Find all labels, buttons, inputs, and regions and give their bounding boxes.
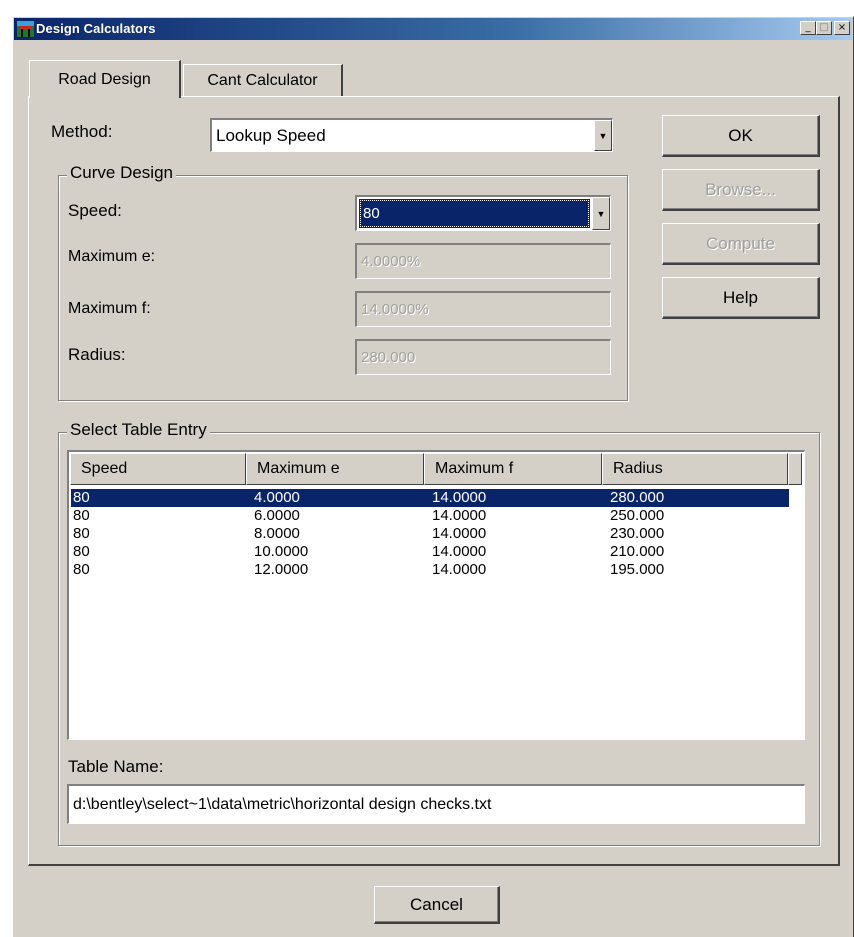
- cell-radius: 195.000: [610, 561, 665, 578]
- max-e-value: 4.0000%: [361, 253, 421, 270]
- cell-radius: 230.000: [610, 525, 665, 542]
- method-select[interactable]: Lookup Speed ▼: [210, 118, 613, 152]
- tab-cant-calculator[interactable]: Cant Calculator: [183, 64, 343, 96]
- cell-speed: 80: [73, 543, 90, 560]
- column-header-speed[interactable]: Speed: [70, 453, 246, 485]
- close-icon: ×: [837, 22, 847, 33]
- column-header-radius[interactable]: Radius: [602, 453, 788, 485]
- window-title: Design Calculators: [36, 21, 156, 36]
- maximize-button[interactable]: □: [816, 21, 832, 35]
- minimize-button[interactable]: _: [800, 21, 816, 35]
- cell-speed: 80: [73, 489, 90, 506]
- max-e-field[interactable]: 4.0000%: [355, 243, 611, 279]
- method-label: Method:: [51, 122, 113, 141]
- speed-value: 80: [363, 205, 380, 222]
- cell-max-f: 14.0000: [432, 507, 487, 524]
- cell-max-e: 8.0000: [254, 525, 300, 542]
- table-row[interactable]: 80 10.0000 14.0000 210.000: [71, 543, 789, 561]
- column-header-max-f-label: Maximum f: [435, 460, 514, 477]
- cell-speed: 80: [73, 561, 90, 578]
- table-name-field[interactable]: d:\bentley\select~1\data\metric\horizont…: [67, 784, 805, 824]
- cell-radius: 250.000: [610, 507, 665, 524]
- tab-cant-calculator-label: Cant Calculator: [207, 71, 318, 89]
- cancel-button[interactable]: Cancel: [374, 886, 500, 924]
- speed-label: Speed:: [68, 201, 122, 220]
- ok-label: OK: [728, 125, 753, 145]
- tab-road-design[interactable]: Road Design: [29, 60, 181, 98]
- app-icon: [17, 21, 34, 37]
- compute-label: Compute: [706, 233, 775, 253]
- maximize-icon: □: [819, 22, 829, 33]
- max-f-field[interactable]: 14.0000%: [355, 291, 611, 327]
- table-name-label: Table Name:: [68, 757, 164, 776]
- cell-max-e: 4.0000: [254, 489, 300, 506]
- table-row[interactable]: 80 6.0000 14.0000 250.000: [71, 507, 789, 525]
- radius-label: Radius:: [68, 345, 126, 364]
- table-entry-title: Select Table Entry: [67, 420, 210, 440]
- table-row[interactable]: 80 12.0000 14.0000 195.000: [71, 561, 789, 579]
- browse-label: Browse...: [705, 179, 776, 199]
- close-button[interactable]: ×: [834, 21, 850, 35]
- compute-button[interactable]: Compute: [662, 223, 820, 265]
- speed-select[interactable]: 80 ▼: [355, 195, 611, 231]
- browse-button[interactable]: Browse...: [662, 169, 820, 211]
- table-row[interactable]: 80 4.0000 14.0000 280.000: [71, 489, 789, 507]
- cell-max-f: 14.0000: [432, 489, 487, 506]
- radius-field[interactable]: 280.000: [355, 339, 611, 375]
- method-value: Lookup Speed: [216, 125, 326, 145]
- table-row[interactable]: 80 8.0000 14.0000 230.000: [71, 525, 789, 543]
- cell-max-f: 14.0000: [432, 561, 487, 578]
- cell-radius: 210.000: [610, 543, 665, 560]
- cell-radius: 280.000: [610, 489, 665, 506]
- column-header-speed-label: Speed: [81, 460, 128, 477]
- help-button[interactable]: Help: [662, 277, 820, 319]
- column-header-radius-label: Radius: [613, 460, 663, 477]
- table-name-value: d:\bentley\select~1\data\metric\horizont…: [73, 795, 492, 813]
- cell-max-f: 14.0000: [432, 543, 487, 560]
- cell-max-f: 14.0000: [432, 525, 487, 542]
- cell-max-e: 12.0000: [254, 561, 309, 578]
- cell-speed: 80: [73, 525, 90, 542]
- ok-button[interactable]: OK: [662, 115, 820, 157]
- column-header-max-e[interactable]: Maximum e: [246, 453, 424, 485]
- max-f-label: Maximum f:: [68, 300, 151, 317]
- help-label: Help: [723, 287, 758, 307]
- cell-max-e: 6.0000: [254, 507, 300, 524]
- max-e-label: Maximum e:: [68, 248, 156, 265]
- radius-value: 280.000: [361, 349, 416, 366]
- cell-speed: 80: [73, 507, 90, 524]
- cell-max-e: 10.0000: [254, 543, 309, 560]
- cancel-label: Cancel: [410, 894, 463, 914]
- tab-road-design-label: Road Design: [58, 70, 151, 88]
- column-header-max-e-label: Maximum e: [257, 460, 340, 477]
- minimize-icon: _: [805, 22, 811, 33]
- chevron-down-icon[interactable]: ▼: [594, 120, 612, 151]
- column-header-max-f[interactable]: Maximum f: [424, 453, 602, 485]
- column-header-filler: [788, 453, 802, 485]
- curve-design-title: Curve Design: [67, 163, 176, 183]
- max-f-value: 14.0000%: [361, 301, 429, 318]
- chevron-down-icon[interactable]: ▼: [592, 197, 610, 230]
